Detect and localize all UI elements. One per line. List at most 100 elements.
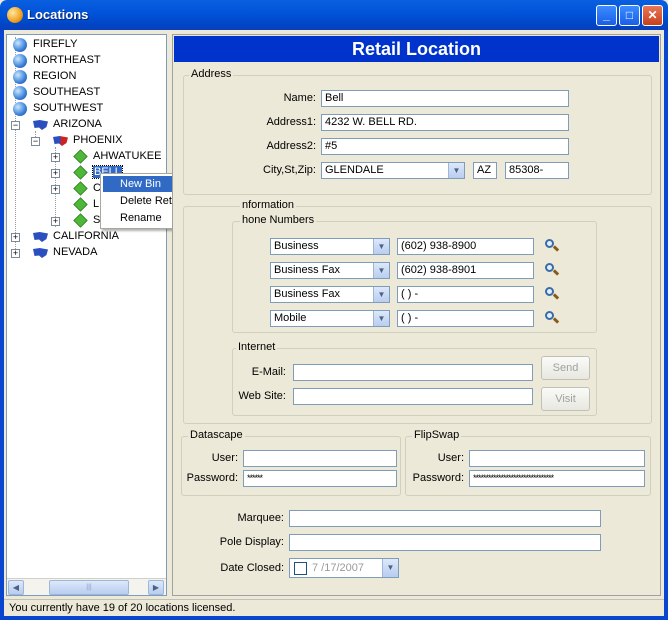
window-frame-right <box>664 30 668 620</box>
search-icon[interactable] <box>542 261 560 279</box>
chevron-down-icon[interactable]: ▼ <box>373 239 389 254</box>
us-map-icon <box>33 120 48 130</box>
window-title: Locations <box>27 7 89 22</box>
email-field[interactable] <box>293 364 533 381</box>
tree-horizontal-scrollbar[interactable]: ◀ ||| ▶ <box>7 578 166 595</box>
location-tree[interactable]: FIREFLY NORTHEAST REGION SOUTHEAST SOUTH… <box>6 34 167 596</box>
phone-number-field[interactable]: ( ) - <box>397 310 534 327</box>
marquee-field[interactable] <box>289 510 601 527</box>
zip-field[interactable]: 85308- <box>505 162 569 179</box>
internet-group-label: Internet <box>236 341 278 353</box>
expand-toggle[interactable]: + <box>51 169 60 178</box>
phone-number-field[interactable]: ( ) - <box>397 286 534 303</box>
phone-type-select[interactable]: Business Fax ▼ <box>270 262 390 279</box>
location-icon <box>73 197 88 212</box>
tree-node-label: SOUTHWEST <box>33 102 104 114</box>
app-icon <box>7 7 23 23</box>
chevron-down-icon[interactable]: ▼ <box>382 559 398 577</box>
chevron-down-icon[interactable]: ▼ <box>373 287 389 302</box>
location-icon <box>73 149 88 164</box>
us-map-icon <box>33 232 48 242</box>
chevron-down-icon[interactable]: ▼ <box>373 311 389 326</box>
date-closed-picker[interactable]: 7 /17/2007 ▼ <box>289 558 399 578</box>
phone-number-field[interactable]: (602) 938-8901 <box>397 262 534 279</box>
tree-node-label: FIREFLY <box>33 38 78 50</box>
address2-label: Address2: <box>266 140 316 152</box>
tree-line <box>15 37 16 251</box>
chevron-down-icon[interactable]: ▼ <box>448 163 464 178</box>
email-label: E-Mail: <box>251 366 286 378</box>
address2-field[interactable]: #5 <box>321 138 569 155</box>
expand-toggle[interactable]: + <box>51 185 60 194</box>
flipswap-password-label: Password: <box>412 472 464 484</box>
phone-number-field[interactable]: (602) 938-8900 <box>397 238 534 255</box>
search-icon[interactable] <box>542 285 560 303</box>
chevron-down-icon[interactable]: ▼ <box>373 263 389 278</box>
location-icon <box>73 181 88 196</box>
globe-icon <box>13 54 27 68</box>
minimize-button[interactable]: _ <box>596 5 617 26</box>
datascape-user-field[interactable] <box>243 450 397 467</box>
state-field[interactable]: AZ <box>473 162 497 179</box>
globe-icon <box>13 86 27 100</box>
maximize-button[interactable]: □ <box>619 5 640 26</box>
website-label: Web Site: <box>238 390 287 402</box>
phone-type-value: Mobile <box>274 312 307 324</box>
search-icon[interactable] <box>542 237 560 255</box>
tree-node-label: CALIFORNIA <box>53 230 120 242</box>
phone-type-select[interactable]: Business Fax ▼ <box>270 286 390 303</box>
tree-node-label: NEVADA <box>53 246 98 258</box>
location-icon <box>73 165 88 180</box>
globe-icon <box>13 70 27 84</box>
city-map-icon <box>53 136 68 146</box>
expand-toggle[interactable]: + <box>11 249 20 258</box>
pole-display-field[interactable] <box>289 534 601 551</box>
address-group-label: Address <box>189 68 234 80</box>
collapse-toggle[interactable]: − <box>31 137 40 146</box>
expand-toggle[interactable]: + <box>51 217 60 226</box>
status-bar: You currently have 19 of 20 locations li… <box>4 599 664 616</box>
flipswap-user-field[interactable] <box>469 450 645 467</box>
title-bar[interactable] <box>0 0 668 30</box>
phone-type-select[interactable]: Mobile ▼ <box>270 310 390 327</box>
city-st-zip-label: City,St,Zip: <box>263 164 316 176</box>
search-icon[interactable] <box>542 309 560 327</box>
expand-toggle[interactable]: + <box>51 153 60 162</box>
city-select[interactable]: GLENDALE ▼ <box>321 162 465 179</box>
scroll-thumb[interactable]: ||| <box>49 580 129 595</box>
phone-type-select[interactable]: Business ▼ <box>270 238 390 255</box>
phone-type-value: Business Fax <box>274 288 341 300</box>
globe-icon <box>13 102 27 116</box>
expand-toggle[interactable]: + <box>11 233 20 242</box>
close-button[interactable]: ✕ <box>642 5 663 26</box>
visit-button[interactable]: Visit <box>541 387 590 411</box>
send-button[interactable]: Send <box>541 356 590 380</box>
phone-type-value: Business <box>274 240 319 252</box>
name-field[interactable]: Bell <box>321 90 569 107</box>
datascape-password-label: Password: <box>186 472 238 484</box>
flipswap-group-label: FlipSwap <box>412 429 462 441</box>
tree-node-label: L <box>93 198 100 210</box>
website-field[interactable] <box>293 388 533 405</box>
us-map-icon <box>33 248 48 258</box>
tree-node-label: AHWATUKEE <box>93 150 162 162</box>
name-label: Name: <box>283 92 316 104</box>
datascape-password-field[interactable]: ****** <box>243 470 397 487</box>
tree-node-label: SOUTHEAST <box>33 86 101 98</box>
tree-node-label: REGION <box>33 70 77 82</box>
pole-display-label: Pole Display: <box>219 536 284 548</box>
flipswap-user-label: User: <box>437 452 464 464</box>
globe-icon <box>13 38 27 52</box>
scroll-left-icon[interactable]: ◀ <box>8 580 24 595</box>
collapse-toggle[interactable]: − <box>11 121 20 130</box>
date-closed-label: Date Closed: <box>220 562 284 574</box>
city-value: GLENDALE <box>325 164 384 176</box>
phone-type-value: Business Fax <box>274 264 341 276</box>
address1-label: Address1: <box>266 116 316 128</box>
date-closed-value: 7 /17/2007 <box>312 562 364 574</box>
flipswap-password-field[interactable]: ******************************** <box>469 470 645 487</box>
window-frame-left <box>0 30 4 620</box>
date-closed-checkbox[interactable] <box>294 562 307 575</box>
scroll-right-icon[interactable]: ▶ <box>148 580 164 595</box>
address1-field[interactable]: 4232 W. BELL RD. <box>321 114 569 131</box>
